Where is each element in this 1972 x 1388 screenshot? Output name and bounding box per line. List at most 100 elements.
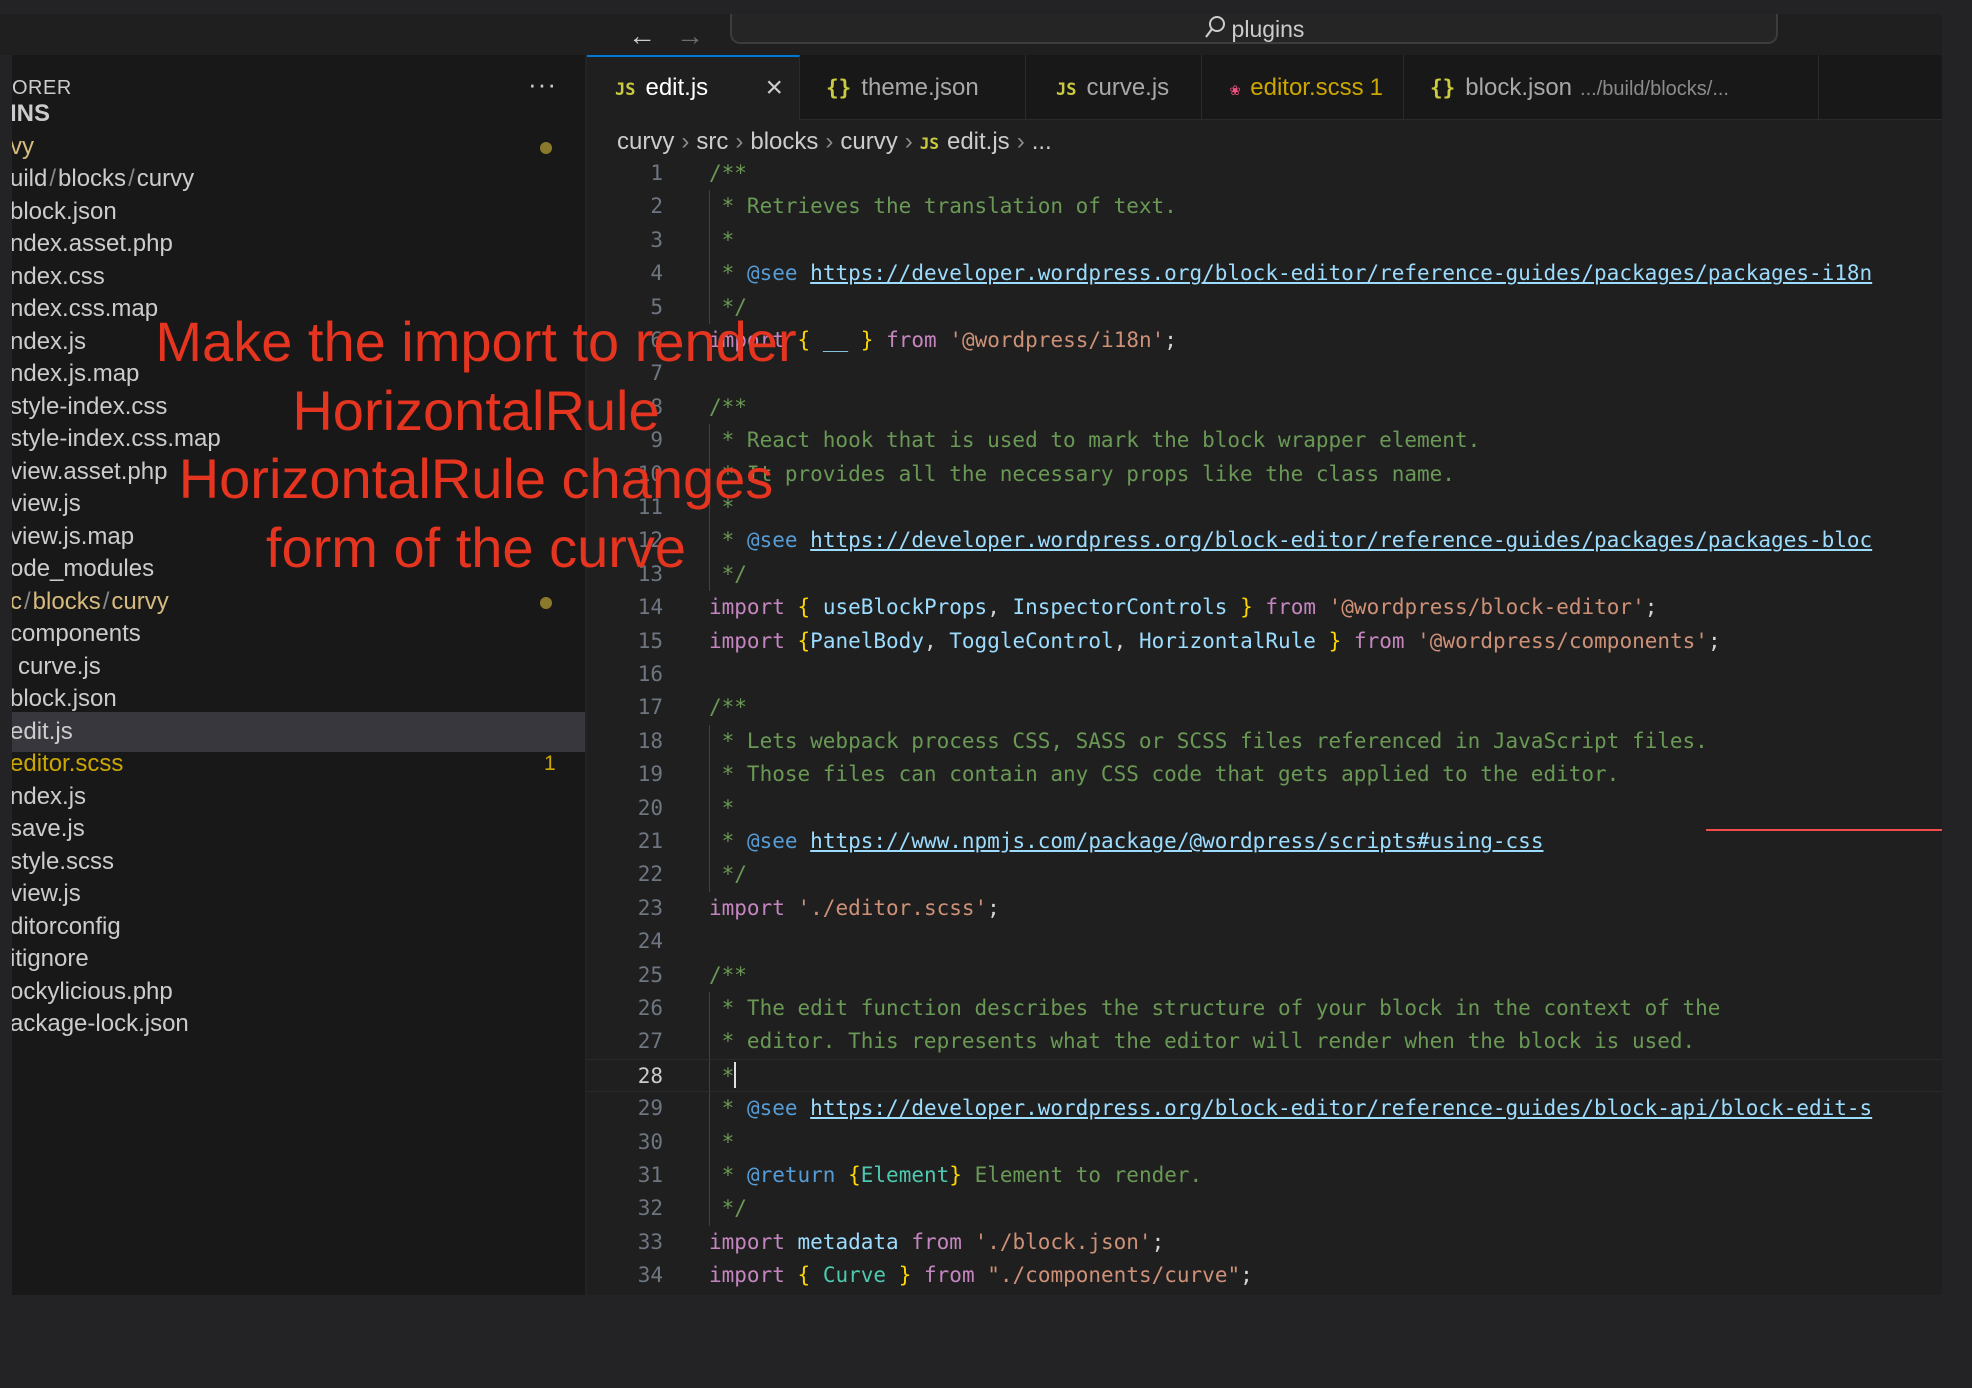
code-token: {	[797, 1263, 811, 1288]
breadcrumb-item[interactable]: curvy	[840, 128, 897, 155]
code-line: 25 /**	[587, 959, 1942, 992]
line-number: 20	[637, 795, 663, 820]
forward-arrow-icon[interactable]: →	[676, 20, 704, 52]
code-token: * Those files can contain any CSS code t…	[709, 762, 1620, 787]
code-text: * editor. This represents what the edito…	[709, 1025, 1696, 1058]
code-token[interactable]: https://developer.wordpress.org/block-ed…	[810, 528, 1872, 552]
code-line: 1 /**	[587, 164, 1942, 190]
code-token: /**	[709, 695, 747, 720]
tab-label: editor.scss	[1250, 74, 1364, 101]
line-number: 14	[637, 595, 663, 620]
tab-block-json[interactable]: {} block.json .../build/blocks/...	[1404, 55, 1819, 120]
code-line: 15 import {PanelBody, ToggleControl, Hori…	[587, 625, 1942, 658]
code-text: import './editor.scss';	[709, 892, 1000, 925]
code-token: }	[860, 328, 874, 352]
code-line: 28 *	[587, 1058, 1942, 1093]
line-number: 10	[637, 461, 663, 486]
code-token: import	[709, 628, 785, 653]
breadcrumb-item[interactable]: edit.js	[947, 128, 1010, 155]
chevron-right-icon: ›	[681, 128, 690, 155]
code-token: from	[886, 328, 937, 352]
line-number: 17	[637, 695, 663, 720]
code-token[interactable]: https://developer.wordpress.org/block-ed…	[810, 261, 1872, 285]
path-separator: /	[49, 165, 57, 192]
code-line: 31 * @return {Element} Element to render…	[587, 1159, 1942, 1193]
code-token: ;	[1707, 628, 1721, 653]
line-number: 32	[637, 1196, 663, 1221]
editor-tab-bar: JS edit.js × {} theme.json JS curve.js ❀ editor.…	[587, 55, 1942, 120]
path-segment: blocks	[32, 588, 101, 615]
code-token: __	[822, 328, 849, 352]
command-center-search[interactable]: plugins	[730, 14, 1778, 44]
close-icon[interactable]: ×	[765, 57, 783, 118]
code-token: ,	[987, 595, 1013, 620]
breadcrumb-item[interactable]: ...	[1032, 128, 1052, 155]
line-number: 30	[637, 1129, 663, 1154]
tab-editor-scss[interactable]: ❀ editor.scss 1	[1202, 55, 1404, 120]
breadcrumb-item[interactable]: blocks	[750, 128, 818, 155]
code-token: @see	[746, 261, 798, 286]
line-number: 27	[637, 1029, 663, 1054]
code-token: ;	[987, 895, 1000, 920]
line-number: 11	[637, 495, 663, 519]
search-text: plugins	[1231, 16, 1305, 42]
code-token: /**	[709, 394, 747, 419]
code-token: useBlockProps	[822, 595, 988, 620]
code-token: {	[797, 628, 811, 653]
code-token: *	[709, 1063, 735, 1088]
tab-label: theme.json	[861, 74, 979, 101]
chevron-right-icon: ›	[825, 128, 834, 155]
code-token: ;	[1644, 595, 1658, 620]
code-line: 26 * The edit function describes the str…	[587, 992, 1942, 1026]
tab-theme-json[interactable]: {} theme.json	[800, 55, 1026, 120]
line-number: 23	[637, 895, 663, 920]
line-number: 7	[650, 361, 663, 386]
code-editor[interactable]: 1 /** 2 * Retrieves the translation of tex…	[587, 164, 1942, 1295]
tree-item[interactable]: ackage-lock.json	[12, 1004, 585, 1044]
tab-curve-js[interactable]: JS curve.js	[1026, 55, 1202, 120]
code-token: */	[709, 561, 747, 586]
code-token: from	[1265, 595, 1316, 620]
code-line: 24	[587, 925, 1942, 958]
json-file-icon: {}	[826, 76, 852, 100]
code-token: * Lets webpack process CSS, SASS or SCSS…	[709, 728, 1708, 753]
code-text: /**	[709, 959, 747, 992]
code-token: import	[709, 895, 785, 920]
code-token: {	[797, 595, 811, 620]
code-token: @see	[746, 829, 798, 853]
line-number: 19	[637, 762, 663, 787]
code-token: {	[797, 328, 811, 352]
code-text: */	[709, 291, 747, 324]
code-token[interactable]: https://developer.wordpress.org/block-ed…	[810, 1096, 1872, 1120]
code-token: }	[1328, 628, 1342, 653]
breadcrumb-item[interactable]: src	[696, 128, 728, 155]
line-number: 29	[637, 1096, 663, 1121]
code-token: @see	[746, 1096, 798, 1121]
code-text: *	[709, 1060, 737, 1093]
tree-item-label: ackage-lock.json	[12, 1010, 189, 1037]
code-text: * @see https://developer.wordpress.org/b…	[709, 257, 1873, 290]
path-segment: curvy	[111, 588, 169, 615]
code-token: import	[709, 595, 785, 620]
code-token: }	[898, 1263, 912, 1288]
code-token: }	[1240, 595, 1253, 620]
tab-edit-js[interactable]: JS edit.js ×	[587, 55, 800, 120]
code-token[interactable]: https://www.npmjs.com/package/@wordpress…	[810, 829, 1543, 853]
breadcrumb-item[interactable]: curvy	[617, 128, 674, 155]
code-line: 14 import { useBlockProps, InspectorContr…	[587, 591, 1942, 624]
code-line: 20 *	[587, 791, 1942, 825]
back-arrow-icon[interactable]: ←	[628, 20, 656, 52]
code-token: }	[949, 1163, 962, 1187]
code-token: * The edit function describes the struct…	[709, 996, 1721, 1020]
line-number: 2	[650, 194, 663, 219]
